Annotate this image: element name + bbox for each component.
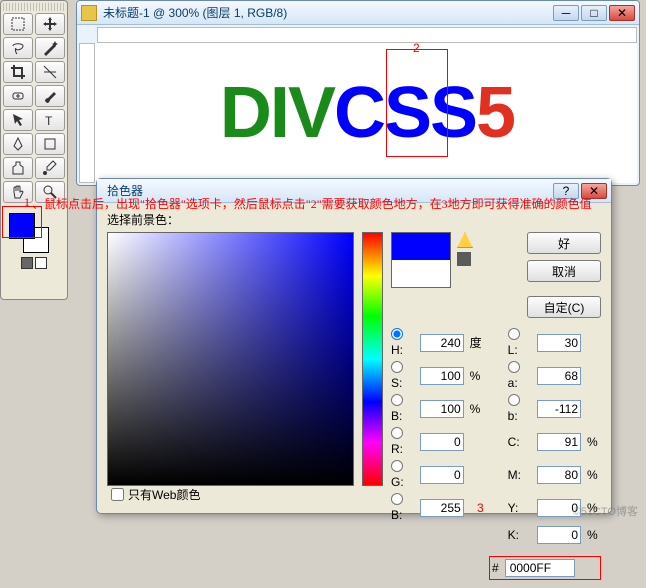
brgb-input[interactable] <box>420 499 464 517</box>
annotation-box-1 <box>2 206 42 238</box>
g-radio[interactable]: G: <box>391 460 414 489</box>
blab-radio[interactable]: b: <box>508 394 531 423</box>
m-label: M: <box>508 468 531 482</box>
web-only-checkbox[interactable]: 只有Web颜色 <box>111 486 200 503</box>
y-label: Y: <box>508 501 531 515</box>
websafe-warning-icon[interactable] <box>457 252 471 266</box>
current-color[interactable] <box>392 260 450 287</box>
c-input[interactable] <box>537 433 581 451</box>
toolbox-grip[interactable] <box>3 3 65 11</box>
document-window: 未标题-1 @ 300% (图层 1, RGB/8) ─ □ ✕ DIVCSS5… <box>76 0 640 186</box>
lasso-tool[interactable] <box>3 37 33 59</box>
bhsb-radio[interactable]: B: <box>391 394 414 423</box>
bhsb-input[interactable] <box>420 400 464 418</box>
select-foreground-label: 选择前景色： <box>107 211 601 228</box>
k-label: K: <box>508 528 531 542</box>
svg-text:T: T <box>45 114 53 128</box>
mode-quickmask[interactable] <box>35 257 47 269</box>
clone-tool[interactable] <box>3 157 33 179</box>
minimize-button[interactable]: ─ <box>553 5 579 21</box>
gamut-warning-icon[interactable] <box>457 232 473 248</box>
brush-tool[interactable] <box>35 85 65 107</box>
l-input[interactable] <box>537 334 581 352</box>
mode-swatches <box>3 257 65 269</box>
hue-slider[interactable] <box>362 232 383 486</box>
canvas[interactable]: DIVCSS5 2 <box>97 43 637 183</box>
color-picker-dialog: 拾色器 ? ✕ 选择前景色： <box>96 178 612 514</box>
wand-tool[interactable] <box>35 37 65 59</box>
hex-row: # <box>489 556 601 580</box>
hex-input[interactable] <box>505 559 575 577</box>
document-icon <box>81 5 97 21</box>
slice-tool[interactable] <box>35 61 65 83</box>
cancel-button[interactable]: 取消 <box>527 260 601 282</box>
shape-tool[interactable] <box>35 133 65 155</box>
s-radio[interactable]: S: <box>391 361 414 390</box>
annotation-text: 、鼠标点击后，出现"拾色器"选项卡，然后鼠标点击"2"需要获取颜色地方，在3地方… <box>32 195 642 212</box>
toolbox-panel: T <box>0 0 68 300</box>
canvas-text: DIVCSS5 <box>220 72 514 154</box>
s-input[interactable] <box>420 367 464 385</box>
pen-tool[interactable] <box>3 133 33 155</box>
document-titlebar[interactable]: 未标题-1 @ 300% (图层 1, RGB/8) ─ □ ✕ <box>77 1 639 25</box>
document-title: 未标题-1 @ 300% (图层 1, RGB/8) <box>103 4 553 21</box>
r-radio[interactable]: R: <box>391 427 414 456</box>
m-input[interactable] <box>537 466 581 484</box>
c-label: C: <box>508 435 531 449</box>
ok-button[interactable]: 好 <box>527 232 601 254</box>
eyedropper-tool[interactable] <box>35 157 65 179</box>
blab-input[interactable] <box>537 400 581 418</box>
close-button[interactable]: ✕ <box>609 5 635 21</box>
mode-standard[interactable] <box>21 257 33 269</box>
annotation-box-2 <box>386 49 448 157</box>
crop-tool[interactable] <box>3 61 33 83</box>
r-input[interactable] <box>420 433 464 451</box>
new-color[interactable] <box>392 233 450 260</box>
custom-button[interactable]: 自定(C) <box>527 296 601 318</box>
a-input[interactable] <box>537 367 581 385</box>
ruler-horizontal[interactable] <box>97 27 637 43</box>
annotation-label-3: 3 <box>477 501 484 515</box>
brgb-radio[interactable]: B: <box>391 493 414 522</box>
marquee-tool[interactable] <box>3 13 33 35</box>
k-input[interactable] <box>537 526 581 544</box>
pointer-tool[interactable] <box>3 109 33 131</box>
hash-label: # <box>492 561 499 575</box>
ruler-vertical[interactable] <box>79 43 95 183</box>
tool-grid: T <box>3 13 65 203</box>
color-preview <box>391 232 451 288</box>
watermark: ©51CTO博客 <box>573 503 638 519</box>
type-tool[interactable]: T <box>35 109 65 131</box>
g-input[interactable] <box>420 466 464 484</box>
h-radio[interactable]: H: <box>391 328 414 357</box>
heal-tool[interactable] <box>3 85 33 107</box>
h-input[interactable] <box>420 334 464 352</box>
saturation-value-field[interactable] <box>107 232 354 486</box>
l-radio[interactable]: L: <box>508 328 531 357</box>
a-radio[interactable]: a: <box>508 361 531 390</box>
move-tool[interactable] <box>35 13 65 35</box>
color-fields: H: 度 L: S: % a: B: % <box>391 328 601 544</box>
maximize-button[interactable]: □ <box>581 5 607 21</box>
